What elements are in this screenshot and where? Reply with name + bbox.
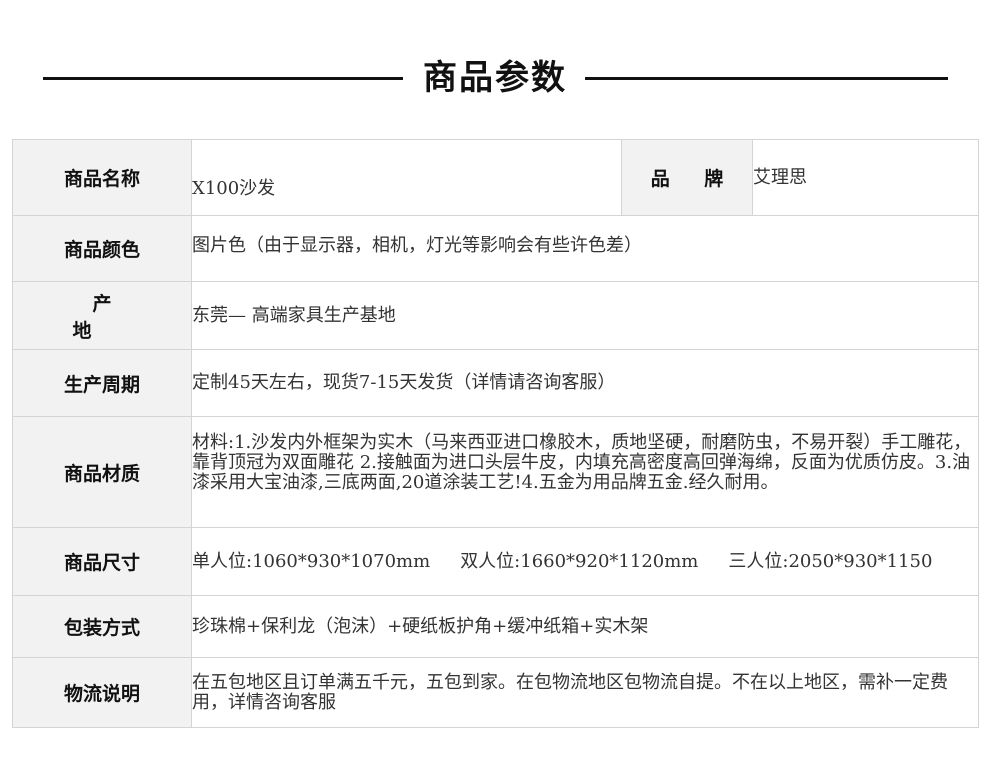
- package-value: 珍珠棉+保利龙（泡沫）+硬纸板护角+缓冲纸箱+实木架: [191, 595, 979, 658]
- size-single: 单人位:1060*930*1070mm: [192, 550, 431, 572]
- size-double: 双人位:1660*920*1120mm: [460, 550, 699, 572]
- brand-value: 艾理思: [752, 139, 979, 216]
- table-row: 产 地 东莞— 高端家具生产基地: [12, 281, 979, 350]
- table-row: 商品材质 材料:1.沙发内外框架为实木（马来西亚进口橡胶木，质地坚硬，耐磨防虫，…: [12, 416, 979, 528]
- table-row: 商品尺寸 单人位:1060*930*1070mm 双人位:1660*920*112…: [12, 527, 979, 596]
- cycle-value: 定制45天左右，现货7-15天发货（详情请咨询客服）: [191, 349, 979, 417]
- brand-label: 品 牌: [621, 139, 753, 216]
- title-divider-left: [43, 77, 403, 80]
- size-triple: 三人位:2050*930*1150: [728, 550, 933, 572]
- cycle-label: 生产周期: [12, 349, 192, 417]
- origin-label: 产 地: [12, 281, 192, 350]
- page-title: 商品参数: [423, 58, 567, 98]
- color-label: 商品颜色: [12, 215, 192, 282]
- name-value: X100沙发: [191, 139, 622, 216]
- table-row: 商品颜色 图片色（由于显示器，相机，灯光等影响会有些许色差）: [12, 215, 979, 282]
- material-cell: 材料:1.沙发内外框架为实木（马来西亚进口橡胶木，质地坚硬，耐磨防虫，不易开裂）…: [191, 416, 979, 528]
- size-values: 单人位:1060*930*1070mm 双人位:1660*920*1120mm 三人…: [191, 527, 979, 596]
- name-label: 商品名称: [12, 139, 192, 216]
- logistics-value: 在五包地区且订单满五千元，五包到家。在包物流地区包物流自提。不在以上地区，需补一…: [191, 657, 979, 728]
- package-label: 包装方式: [12, 595, 192, 658]
- section-title: 商品参数: [0, 52, 990, 104]
- table-row: 物流说明 在五包地区且订单满五千元，五包到家。在包物流地区包物流自提。不在以上地…: [12, 657, 979, 728]
- params-table: 商品名称 X100沙发 品 牌 艾理思 商品颜色 图片色（由于显示器，相机，灯光…: [12, 139, 979, 728]
- table-row: 包装方式 珍珠棉+保利龙（泡沫）+硬纸板护角+缓冲纸箱+实木架: [12, 595, 979, 658]
- title-divider-right: [585, 77, 948, 80]
- logistics-label: 物流说明: [12, 657, 192, 728]
- origin-value: 东莞— 高端家具生产基地: [191, 281, 979, 350]
- material-label: 商品材质: [12, 416, 192, 528]
- color-value: 图片色（由于显示器，相机，灯光等影响会有些许色差）: [191, 215, 979, 282]
- size-label: 商品尺寸: [12, 527, 192, 596]
- table-row: 生产周期 定制45天左右，现货7-15天发货（详情请咨询客服）: [12, 349, 979, 417]
- material-value: 材料:1.沙发内外框架为实木（马来西亚进口橡胶木，质地坚硬，耐磨防虫，不易开裂）…: [192, 432, 972, 493]
- table-row: 商品名称 X100沙发 品 牌 艾理思: [12, 139, 979, 216]
